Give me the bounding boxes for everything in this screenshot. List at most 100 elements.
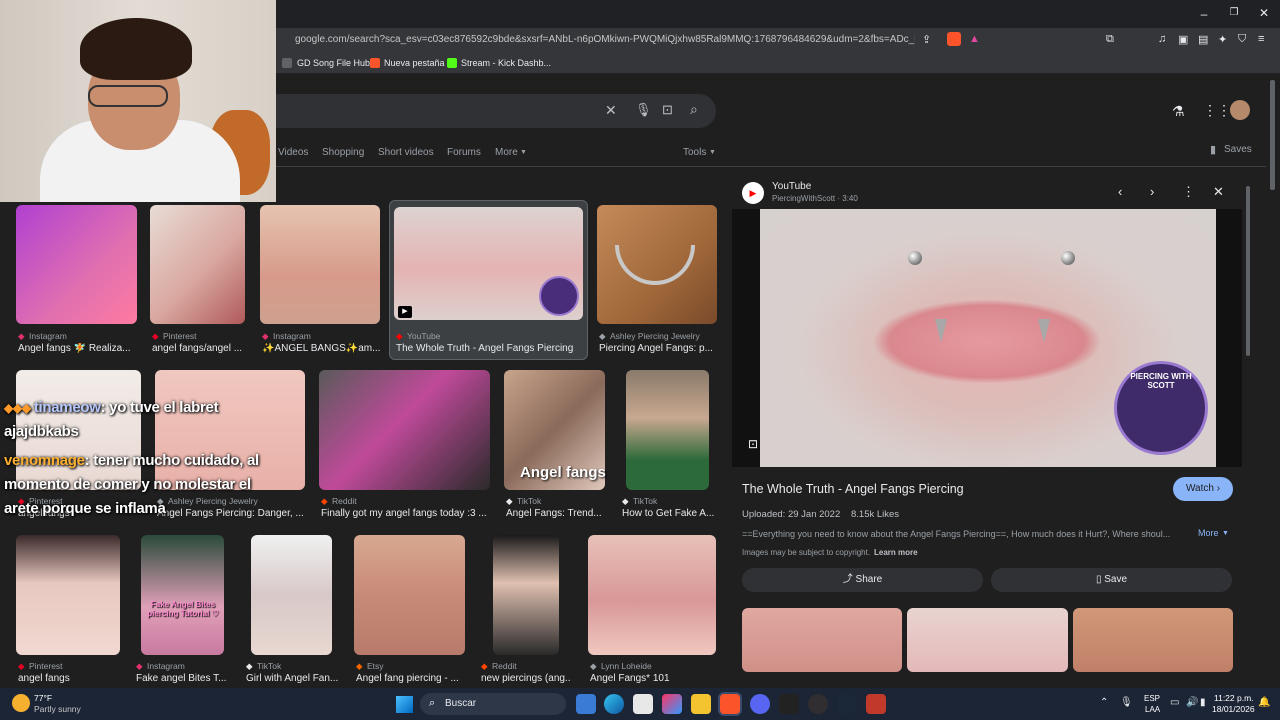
result-title[interactable]: new piercings (ang... bbox=[481, 673, 571, 684]
image-result[interactable] bbox=[16, 205, 137, 324]
rewards-icon[interactable]: ▲ bbox=[969, 33, 980, 45]
share-button[interactable]: ⤴ Share bbox=[742, 568, 983, 592]
lens-icon[interactable]: ⊡ bbox=[662, 102, 673, 118]
panel-title[interactable]: The Whole Truth - Angel Fangs Piercing bbox=[742, 482, 964, 496]
taskbar-search[interactable]: ⌕ Buscar bbox=[420, 693, 566, 715]
bookmark-nueva-pestana[interactable]: Nueva pestaña bbox=[384, 58, 445, 68]
language-secondary[interactable]: LAA bbox=[1145, 705, 1160, 714]
language-primary[interactable]: ESP bbox=[1144, 694, 1160, 703]
search-input[interactable]: ✕ 🎙 ⊡ ⌕ bbox=[250, 94, 716, 128]
file-explorer-icon[interactable] bbox=[691, 694, 711, 714]
image-result[interactable] bbox=[16, 535, 120, 655]
related-image[interactable] bbox=[907, 608, 1068, 672]
store-icon[interactable] bbox=[633, 694, 653, 714]
learn-more-link[interactable]: Learn more bbox=[874, 548, 918, 557]
tab-short-videos[interactable]: Short videos bbox=[378, 147, 434, 158]
lens-search-icon[interactable]: ⊡ bbox=[748, 437, 758, 451]
apps-icon[interactable]: ⋮⋮ bbox=[1203, 102, 1231, 119]
image-result[interactable] bbox=[319, 370, 490, 490]
windows-start-icon[interactable] bbox=[396, 696, 413, 713]
task-view-icon[interactable] bbox=[576, 694, 596, 714]
maximize-icon[interactable]: ❐ bbox=[1226, 7, 1242, 18]
image-result[interactable] bbox=[155, 370, 305, 490]
result-title[interactable]: Finally got my angel fangs today :3 ... bbox=[321, 508, 491, 519]
share-icon[interactable]: ⇪ bbox=[922, 33, 931, 46]
weather-icon[interactable] bbox=[12, 694, 30, 712]
clock-time[interactable]: 11:22 p.m. bbox=[1214, 693, 1254, 703]
result-title[interactable]: angel fangs bbox=[18, 673, 128, 684]
result-title[interactable]: Angel Fangs: Trend... bbox=[506, 508, 606, 519]
more-link[interactable]: More bbox=[1198, 528, 1219, 538]
obs-icon[interactable] bbox=[808, 694, 828, 714]
avatar[interactable] bbox=[1230, 100, 1250, 120]
tools-button[interactable]: Tools bbox=[683, 147, 706, 158]
result-title[interactable]: The Whole Truth - Angel Fangs Piercing bbox=[396, 343, 581, 354]
related-image[interactable] bbox=[1073, 608, 1233, 672]
image-result[interactable] bbox=[493, 535, 559, 655]
result-title[interactable]: Angel fangs 🧚 Realiza... bbox=[18, 343, 138, 354]
save-button[interactable]: ▯ Save bbox=[991, 568, 1232, 592]
clear-icon[interactable]: ✕ bbox=[605, 102, 617, 119]
minimize-icon[interactable]: – bbox=[1196, 7, 1212, 21]
menu-icon[interactable]: ≡ bbox=[1258, 33, 1264, 45]
panel-scrollbar[interactable] bbox=[1246, 186, 1250, 356]
result-title[interactable]: Piercing Angel Fangs: p... bbox=[599, 343, 714, 354]
tray-chevron-icon[interactable]: ⌃ bbox=[1100, 697, 1108, 708]
vpn-icon[interactable]: ⛉ bbox=[1238, 33, 1246, 46]
brave-browser-icon[interactable] bbox=[720, 694, 740, 714]
clock-date[interactable]: 18/01/2026 bbox=[1212, 704, 1255, 714]
more-options-icon[interactable]: ⋮ bbox=[1182, 184, 1195, 200]
tab-more[interactable]: More bbox=[495, 147, 518, 158]
battery-icon[interactable]: ▮ bbox=[1200, 697, 1206, 708]
watch-button[interactable]: Watch › bbox=[1173, 477, 1233, 501]
weather-desc[interactable]: Partly sunny bbox=[34, 704, 81, 714]
result-title[interactable]: Fake angel Bites T... bbox=[136, 673, 231, 684]
tab-shopping[interactable]: Shopping bbox=[322, 147, 364, 158]
result-title[interactable]: How to Get Fake A... bbox=[622, 508, 717, 519]
result-title[interactable]: angel fangs/angel ... bbox=[152, 343, 252, 354]
image-result[interactable] bbox=[354, 535, 465, 655]
tab-forums[interactable]: Forums bbox=[447, 147, 481, 158]
url-text[interactable]: google.com/search?sca_esv=c03ec876592c9b… bbox=[295, 34, 915, 45]
result-title[interactable]: Girl with Angel Fan... bbox=[246, 673, 338, 684]
close-window-icon[interactable]: ✕ bbox=[1256, 6, 1272, 20]
image-result[interactable] bbox=[141, 535, 224, 655]
image-result[interactable] bbox=[626, 370, 709, 490]
steam-icon[interactable] bbox=[837, 694, 857, 714]
weather-temp[interactable]: 77°F bbox=[34, 693, 52, 703]
bookmark-gd-song[interactable]: GD Song File Hub bbox=[297, 58, 370, 68]
sidebar-icon[interactable]: ▣ bbox=[1178, 33, 1188, 46]
saves-link[interactable]: Saves bbox=[1224, 144, 1252, 155]
brave-shield-icon[interactable] bbox=[947, 32, 961, 46]
leo-icon[interactable]: ✦ bbox=[1218, 33, 1227, 46]
mic-icon[interactable]: 🎙 bbox=[635, 102, 652, 118]
bookmark-kick[interactable]: Stream - Kick Dashb... bbox=[461, 58, 551, 68]
epic-games-icon[interactable] bbox=[779, 694, 799, 714]
media-icon[interactable]: ♫ bbox=[1158, 33, 1166, 45]
related-image[interactable] bbox=[742, 608, 902, 672]
labs-icon[interactable]: ⚗ bbox=[1172, 103, 1185, 120]
prev-icon[interactable]: ‹ bbox=[1118, 184, 1122, 199]
image-result[interactable] bbox=[588, 535, 716, 655]
extensions-icon[interactable]: ⧉ bbox=[1106, 33, 1114, 46]
wallet-icon[interactable]: ▤ bbox=[1198, 33, 1208, 46]
next-icon[interactable]: › bbox=[1150, 184, 1154, 199]
result-title[interactable]: Angel Fangs* 101 bbox=[590, 673, 715, 684]
image-result[interactable] bbox=[260, 205, 380, 324]
image-result[interactable] bbox=[150, 205, 245, 324]
edge-icon[interactable] bbox=[604, 694, 624, 714]
result-title[interactable]: Angel fang piercing - ... bbox=[356, 673, 466, 684]
copilot-icon[interactable] bbox=[662, 694, 682, 714]
volume-icon[interactable]: 🔊 bbox=[1186, 697, 1198, 708]
page-scrollbar[interactable] bbox=[1270, 80, 1275, 190]
network-icon[interactable]: ▭ bbox=[1170, 697, 1179, 708]
app-icon[interactable] bbox=[866, 694, 886, 714]
notifications-icon[interactable]: 🔔 bbox=[1258, 697, 1270, 708]
tab-videos[interactable]: Videos bbox=[278, 147, 308, 158]
result-title[interactable]: Angel Fangs Piercing: Danger, ... bbox=[157, 508, 307, 519]
image-result[interactable] bbox=[251, 535, 332, 655]
search-icon[interactable]: ⌕ bbox=[690, 101, 698, 118]
close-icon[interactable]: ✕ bbox=[1213, 184, 1224, 200]
preview-image[interactable]: PIERCING WITH SCOTT ⊡ bbox=[732, 209, 1242, 467]
mic-tray-icon[interactable]: 🎙 bbox=[1120, 697, 1133, 708]
